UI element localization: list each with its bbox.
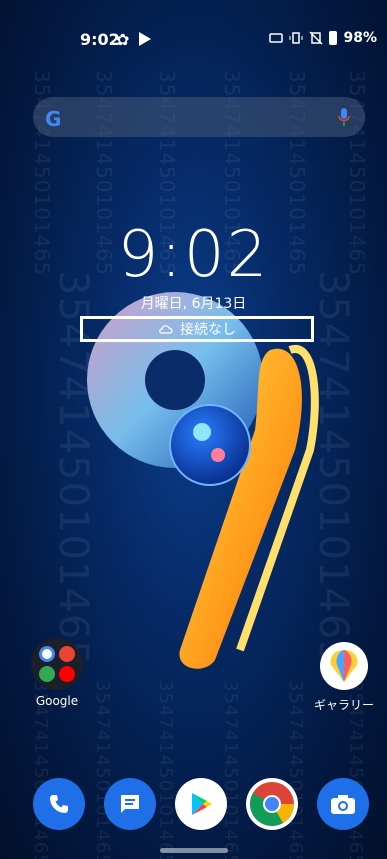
mic-icon[interactable] (337, 107, 351, 127)
gmail-icon (59, 646, 75, 662)
play-store-app[interactable] (175, 778, 227, 830)
phone-app[interactable] (33, 778, 85, 830)
battery-percent: 98% (343, 30, 377, 46)
message-icon (121, 795, 139, 813)
camera-icon (331, 795, 355, 814)
weather-widget[interactable]: 接続なし (80, 316, 314, 342)
google-logo-icon: G (45, 107, 62, 131)
clock-widget[interactable]: 9:02 (0, 218, 387, 292)
gesture-nav-handle[interactable] (160, 848, 228, 853)
gallery-app[interactable]: ギャラリー (307, 642, 381, 713)
maps-icon (39, 666, 55, 682)
google-icon (39, 646, 55, 662)
cloud-icon (159, 325, 173, 334)
gallery-icon (320, 642, 368, 690)
watermark-text: 354741450101465 (92, 680, 113, 859)
chrome-app[interactable] (246, 778, 298, 830)
google-search-bar[interactable]: G (33, 97, 365, 137)
chrome-icon (250, 782, 294, 826)
play-store-icon (192, 793, 212, 815)
status-bar: 9:02 ✿ 98% (0, 0, 387, 80)
status-icons: 98% (269, 30, 377, 46)
folder-icon (31, 638, 83, 690)
auto-icon (269, 33, 284, 43)
youtube-icon (59, 666, 75, 682)
google-folder[interactable]: Google (31, 638, 83, 708)
camera-app[interactable] (317, 778, 369, 830)
app-label: Google (35, 694, 79, 708)
app-label: ギャラリー (313, 698, 374, 712)
status-time: 9:02 (80, 30, 120, 49)
phone-icon (50, 795, 68, 813)
messages-app[interactable] (104, 778, 156, 830)
watermark-text: 354741450101465 (155, 680, 176, 859)
watermark-text: 354741450101465 (285, 680, 306, 859)
date-text[interactable]: 月曜日, 6月13日 (0, 293, 387, 313)
battery-icon (329, 31, 338, 45)
weather-text: 接続なし (180, 322, 236, 338)
gear-icon: ✿ (116, 30, 130, 49)
play-icon (139, 32, 151, 46)
no-signal-icon (309, 31, 324, 45)
vibrate-icon (289, 32, 303, 44)
watermark-text: 354741450101465 (220, 680, 241, 859)
